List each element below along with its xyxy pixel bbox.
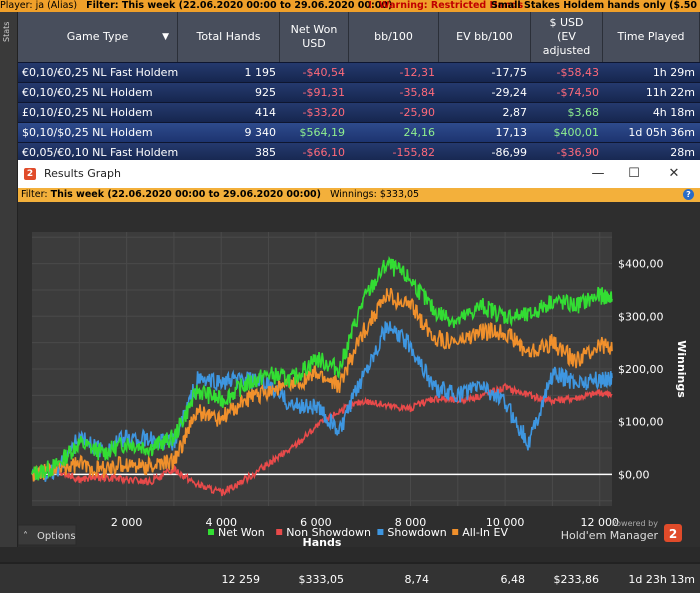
total-usd-ev: $233,86 <box>553 573 600 586</box>
cell-usd: $3,68 <box>567 106 600 119</box>
cell-usd: -$58,43 <box>556 66 599 79</box>
table-row[interactable]: €0,10/€0,25 NL Holdem 925 -$91,31 -35,84 -29… <box>18 82 700 102</box>
options-label: Options <box>37 531 76 542</box>
cell-net: -$40,54 <box>302 66 345 79</box>
header-usd-ev[interactable]: $ USD (EV adjusted <box>531 12 603 62</box>
total-bb100: 8,74 <box>404 573 430 586</box>
cell-bb: 24,16 <box>403 126 436 139</box>
y-tick-label: $100,00 <box>618 416 664 429</box>
legend-label: Non Showdown <box>286 526 371 539</box>
cell-net: -$33,20 <box>302 106 345 119</box>
results-graph-titlebar[interactable]: 2 Results Graph — ☐ ✕ <box>18 160 700 188</box>
header-ev-bb100[interactable]: EV bb/100 <box>439 12 531 62</box>
cell-time: 11h 22m <box>645 86 695 99</box>
cell-time: 1h 29m <box>652 66 695 79</box>
minimize-icon[interactable]: — <box>580 160 616 188</box>
cell-net: $564,19 <box>299 126 346 139</box>
cell-ev: 17,13 <box>495 126 528 139</box>
table-row[interactable]: €0,05/€0,10 NL Fast Holdem 385 -$66,10 -155… <box>18 142 700 162</box>
legend-label: Net Won <box>218 526 265 539</box>
legend-swatch <box>276 529 283 535</box>
total-hands: 12 259 <box>221 573 261 586</box>
total-ev-bb100: 6,48 <box>500 573 526 586</box>
table-footer-spacer <box>0 547 700 562</box>
cell-bb: -35,84 <box>399 86 435 99</box>
y-tick-label: $200,00 <box>618 363 664 376</box>
warning-icon: ! <box>368 0 373 11</box>
table-row[interactable]: €0,10/€0,25 NL Fast Holdem 1 195 -$40,54 -1… <box>18 62 700 82</box>
powered-by-label: Powered by <box>612 519 659 528</box>
hm-brand-logo-text: 2 <box>669 527 677 541</box>
window-title: Results Graph <box>44 167 121 180</box>
y-tick-label: $0,00 <box>618 468 650 481</box>
cell-bb: -12,31 <box>399 66 435 79</box>
y-axis-label: Winnings <box>675 340 688 398</box>
cell-net: -$91,31 <box>302 86 345 99</box>
cell-bb: -25,90 <box>399 106 435 119</box>
options-caret-icon: ˄ <box>23 530 28 542</box>
cell-ev: -29,24 <box>491 86 527 99</box>
help-icon[interactable]: ? <box>683 189 694 200</box>
small-stakes-label: Small Stakes Holdem hands only ($.50 NL,… <box>491 0 700 11</box>
cell-hands: 414 <box>255 106 276 119</box>
cell-game: £0,10/£0,25 NL Holdem <box>22 106 153 119</box>
cell-time: 1d 05h 36m <box>628 126 695 139</box>
cell-ev: -17,75 <box>491 66 527 79</box>
total-time: 1d 23h 13m <box>628 573 695 586</box>
close-icon[interactable]: ✕ <box>656 160 692 188</box>
header-total-hands[interactable]: Total Hands <box>178 12 280 62</box>
y-tick-label: $300,00 <box>618 310 664 323</box>
results-graph-window: 2 Results Graph — ☐ ✕ Filter: This week … <box>18 160 700 547</box>
header-bb100[interactable]: bb/100 <box>349 12 439 62</box>
graph-filter-value: This week (22.06.2020 00:00 to 29.06.202… <box>50 189 322 200</box>
maximize-icon[interactable]: ☐ <box>616 160 652 188</box>
legend-label: All-In EV <box>462 526 508 539</box>
table-row[interactable]: $0,10/$0,25 NL Holdem 9 340 $564,19 24,16 17… <box>18 122 700 142</box>
player-label: Player: ja (Alias) <box>0 0 78 11</box>
header-net-won[interactable]: Net Won USD <box>280 12 349 62</box>
results-chart: 2 000 4 000 6 000 8 000 10 000 12 000$0,00$10… <box>18 232 688 547</box>
legend-swatch <box>208 529 214 535</box>
hm-logo-icon: 2 <box>24 168 36 180</box>
graph-winnings: Winnings: $333,05 <box>330 189 420 200</box>
totals-row: 12 259 $333,05 8,74 6,48 $233,86 1d 23h … <box>0 562 700 593</box>
header-time-played[interactable]: Time Played <box>603 12 700 62</box>
cell-game: €0,10/€0,25 NL Holdem <box>22 86 153 99</box>
legend-swatch <box>377 529 384 535</box>
x-tick-label: 2 000 <box>111 516 143 529</box>
brand-label: Hold'em Manager <box>561 529 659 542</box>
graph-filter-bar: Filter: This week (22.06.2020 00:00 to 2… <box>18 188 700 202</box>
cell-usd: -$74,50 <box>556 86 599 99</box>
cell-hands: 1 195 <box>244 66 277 79</box>
cell-hands: 925 <box>255 86 276 99</box>
stats-side-tab[interactable]: Stats <box>0 12 18 582</box>
cell-time: 4h 18m <box>652 106 695 119</box>
cell-game: $0,10/$0,25 NL Holdem <box>22 126 153 139</box>
stats-tab-label: Stats <box>2 21 11 42</box>
filter-label: Filter: This week (22.06.2020 00:00 to 2… <box>86 0 393 11</box>
total-net-won: $333,05 <box>298 573 345 586</box>
legend-label: Showdown <box>387 526 446 539</box>
warning-bar: Player: ja (Alias) Filter: This week (22… <box>0 0 700 12</box>
table-row[interactable]: £0,10/£0,25 NL Holdem 414 -$33,20 -25,90 2,8… <box>18 102 700 122</box>
cell-usd: $400,01 <box>553 126 600 139</box>
cell-ev: 2,87 <box>502 106 528 119</box>
header-game-type[interactable]: Game Type ▼ <box>18 12 178 62</box>
legend-swatch <box>452 529 459 535</box>
cell-game: €0,10/€0,25 NL Fast Holdem <box>22 66 179 79</box>
sort-dropdown-icon[interactable]: ▼ <box>162 30 169 44</box>
y-tick-label: $400,00 <box>618 258 664 271</box>
cell-hands: 9 340 <box>244 126 277 139</box>
